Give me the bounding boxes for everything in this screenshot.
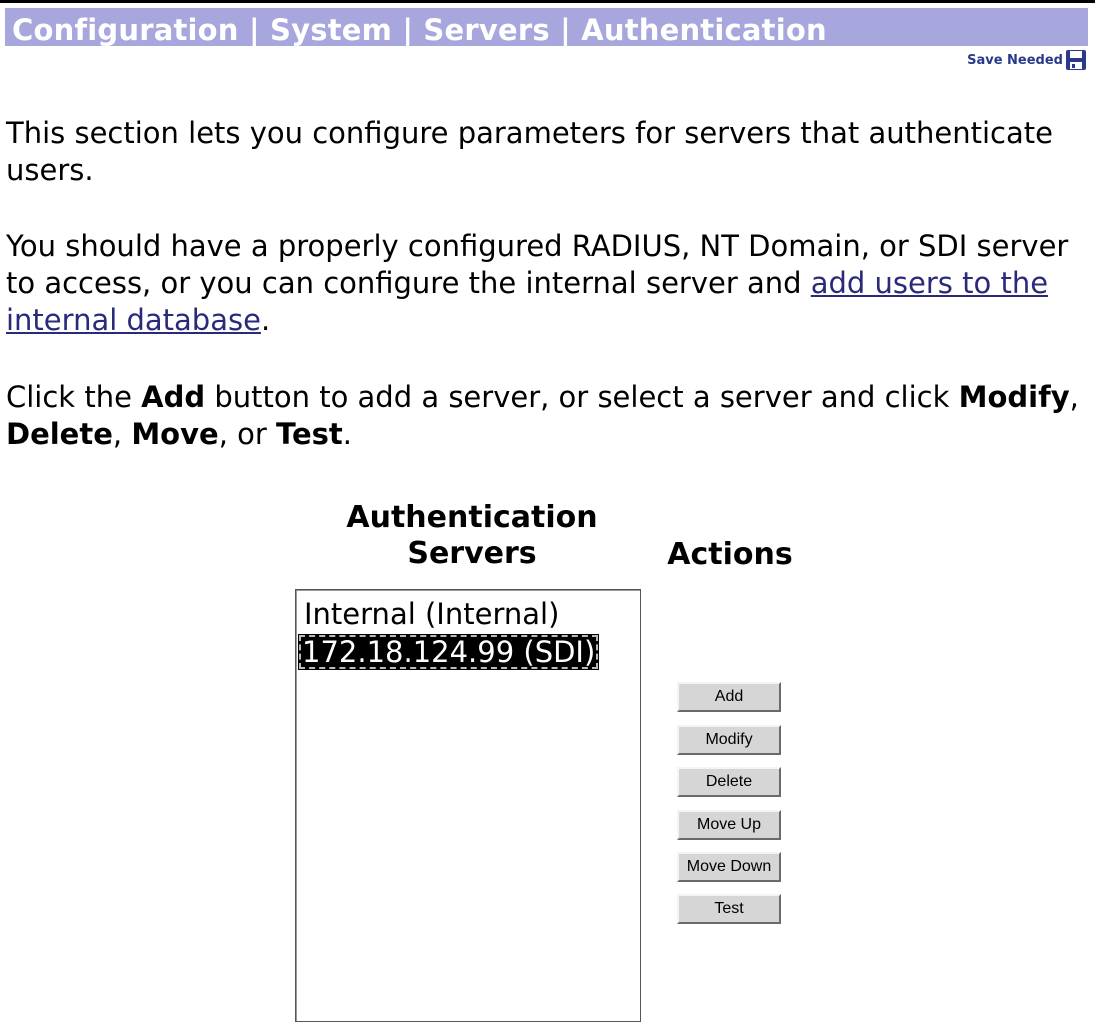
instructions-end: . [342, 417, 352, 451]
floppy-disk-icon [1066, 50, 1086, 70]
server-list-item[interactable]: Internal (Internal) [304, 596, 559, 632]
instructions-separator: , [1069, 380, 1079, 414]
instructions-separator: , or [218, 417, 277, 451]
modify-button[interactable]: Modify [677, 725, 781, 755]
top-rule [0, 0, 1095, 3]
server-list-item-selected[interactable]: 172.18.124.99 (SDI) [298, 634, 600, 670]
instructions-paragraph: Click the Add button to add a server, or… [6, 379, 1086, 453]
page-title: Configuration | System | Servers | Authe… [12, 13, 827, 47]
server-requirement-end: . [260, 303, 271, 337]
move-up-button[interactable]: Move Up [677, 810, 781, 840]
instructions-text: Click the [6, 380, 142, 414]
instructions-add-keyword: Add [141, 380, 206, 414]
test-button[interactable]: Test [677, 894, 781, 924]
intro-paragraph: This section lets you configure paramete… [6, 116, 1053, 187]
heading-line: Servers [407, 536, 537, 571]
server-requirement-paragraph: You should have a properly configured RA… [6, 228, 1086, 339]
add-button[interactable]: Add [677, 682, 781, 712]
instructions-delete-keyword: Delete [6, 417, 113, 451]
save-needed-link[interactable]: Save Needed [967, 49, 1087, 71]
title-bar: Configuration | System | Servers | Authe… [5, 8, 1088, 46]
authentication-servers-list[interactable]: Internal (Internal) 172.18.124.99 (SDI) [295, 589, 641, 1022]
heading-line: Authentication [346, 500, 598, 535]
actions-heading: Actions [667, 537, 793, 572]
instructions-move-keyword: Move [131, 417, 219, 451]
instructions-text: button to add a server, or select a serv… [205, 380, 959, 414]
move-down-button[interactable]: Move Down [677, 852, 781, 882]
instructions-separator: , [112, 417, 132, 451]
save-needed-label: Save Needed [967, 52, 1063, 68]
instructions-modify-keyword: Modify [958, 380, 1070, 414]
authentication-servers-heading: Authentication Servers [300, 500, 644, 572]
instructions-test-keyword: Test [276, 417, 343, 451]
delete-button[interactable]: Delete [677, 767, 781, 797]
